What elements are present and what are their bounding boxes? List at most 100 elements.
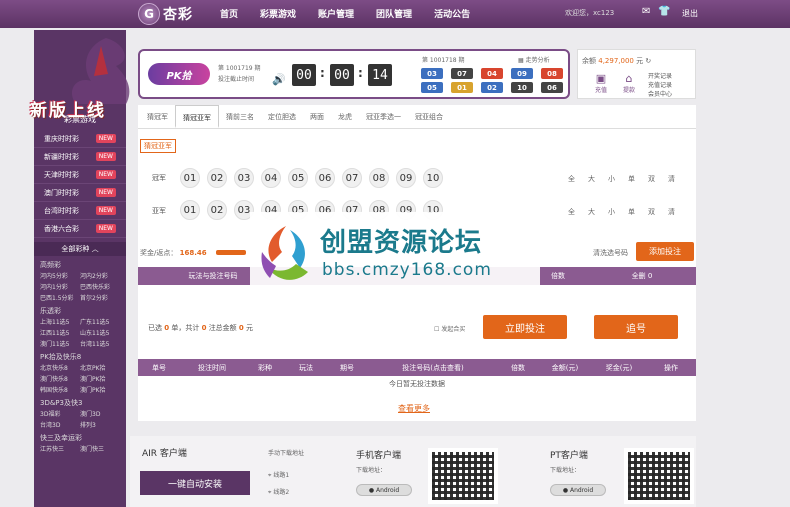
quick-big[interactable]: 大 [588,207,595,217]
draw-record-link[interactable]: 开奖记录 [648,72,672,81]
number-ball[interactable]: 01 [180,168,200,188]
nav-lottery[interactable]: 彩票游戏 [260,7,296,20]
quick-even[interactable]: 双 [648,207,655,217]
sidebar-item-hk[interactable]: 香港六合彩 NEW [34,220,126,238]
quick-odd[interactable]: 单 [628,207,635,217]
number-ball[interactable]: 01 [180,200,200,220]
number-ball[interactable]: 05 [288,168,308,188]
lottery-link[interactable]: 江苏快三 [40,444,80,453]
tab-position[interactable]: 定位胆选 [261,105,303,128]
tab-pick-one[interactable]: 冠亚季选一 [359,105,408,128]
lottery-link[interactable]: 澳门快乐8 [40,374,80,383]
summary-amount-label: 注总金额 [208,324,237,332]
lottery-link[interactable]: 澳门快三 [80,444,120,453]
number-ball[interactable]: 09 [396,168,416,188]
number-ball[interactable]: 03 [234,168,254,188]
lottery-link[interactable]: 河内5分彩 [40,271,80,280]
lottery-link[interactable]: 澳门PK拾 [80,374,120,383]
number-ball[interactable]: 07 [342,168,362,188]
quick-clear[interactable]: 清 [668,174,675,184]
col-bet-time: 投注时间 [198,363,226,372]
lottery-link[interactable]: 山东11选5 [80,328,120,337]
tab-dragon-tiger[interactable]: 龙虎 [331,105,359,128]
delete-all-button[interactable]: 全删 0 [588,267,696,285]
lottery-link[interactable]: 河内2分彩 [80,271,120,280]
tab-two-sides[interactable]: 两面 [303,105,331,128]
sidebar-item-tj[interactable]: 天津时时彩 NEW [34,166,126,184]
quick-odd[interactable]: 单 [628,174,635,184]
number-ball[interactable]: 06 [315,168,335,188]
new-badge: NEW [95,188,116,197]
lottery-link[interactable]: 河内1分彩 [40,282,80,291]
quick-big[interactable]: 大 [588,174,595,184]
chase-number-button[interactable]: 追号 [594,315,678,339]
record-table-header: 单号 投注时间 彩种 玩法 期号 投注号码(点击查看) 倍数 金额(元) 奖金(… [138,359,696,376]
sidebar-item-mo[interactable]: 澳门时时彩 NEW [34,184,126,202]
lottery-link[interactable]: 澳门11选5 [40,339,80,348]
nav-home[interactable]: 首页 [220,7,238,20]
message-icon[interactable]: ✉ [642,6,650,17]
withdraw-button[interactable]: ⌂ 提款 [618,72,640,96]
quick-all[interactable]: 全 [568,207,575,217]
col-issue: 期号 [340,363,354,372]
quick-even[interactable]: 双 [648,174,655,184]
lottery-link[interactable]: 北京PK拾 [80,363,120,372]
mobile-android-button[interactable]: ● Android [356,484,412,496]
lottery-link[interactable]: 广东11选5 [80,317,120,326]
number-ball[interactable]: 02 [207,168,227,188]
lottery-link[interactable]: 韩国快乐8 [40,385,80,394]
quick-all[interactable]: 全 [568,174,575,184]
lottery-link[interactable]: 江西11选5 [40,328,80,337]
lottery-link[interactable]: 澳门3D [80,409,120,418]
quick-small[interactable]: 小 [608,174,615,184]
tab-combination[interactable]: 冠亚组合 [408,105,450,128]
number-ball[interactable]: 10 [423,168,443,188]
lottery-link[interactable]: 台湾11选5 [80,339,120,348]
member-center-link[interactable]: 会员中心 [648,90,672,99]
nav-account[interactable]: 账户管理 [318,7,354,20]
lottery-link[interactable]: 排列3 [80,420,120,429]
clear-selection-link[interactable]: 清洗选号码 [593,248,628,258]
nav-team[interactable]: 团队管理 [376,7,412,20]
site-logo[interactable]: G 杏彩 [138,3,193,25]
line1-link[interactable]: ⌖ 线路1 [268,470,289,480]
recharge-button[interactable]: ▣ 充值 [590,72,612,96]
lottery-link[interactable]: 首尔2分彩 [80,293,120,302]
speaker-icon[interactable]: 🔊 [272,73,286,86]
quick-small[interactable]: 小 [608,207,615,217]
line2-link[interactable]: ⌖ 线路2 [268,487,289,497]
tab-champion-runnerup[interactable]: 猜冠亚军 [175,105,219,128]
nav-announcements[interactable]: 活动公告 [434,7,470,20]
number-ball[interactable]: 02 [207,200,227,220]
number-ball[interactable]: 08 [369,168,389,188]
shirt-icon[interactable]: 👕 [658,6,670,17]
sub-tab-active[interactable]: 猜冠亚军 [140,139,176,153]
number-ball[interactable]: 04 [261,168,281,188]
auto-install-button[interactable]: 一键自动安装 [140,471,250,495]
lottery-link[interactable]: 台湾3D [40,420,80,429]
place-bet-button[interactable]: 立即投注 [483,315,567,339]
lottery-link[interactable]: 巴西快乐彩 [80,282,120,291]
logout-link[interactable]: 退出 [682,8,698,19]
add-bet-button[interactable]: 添加投注 [636,242,694,261]
view-more-link[interactable]: 查看更多 [398,403,430,414]
recharge-record-link[interactable]: 充值记录 [648,81,672,90]
pt-android-button[interactable]: ● Android [550,484,606,496]
expand-all-button[interactable]: 全部彩种 ︿ [34,242,126,256]
tab-champion[interactable]: 猜冠军 [140,105,175,128]
lottery-link[interactable]: 巴西1.5分彩 [40,293,80,302]
lottery-link[interactable]: 北京快乐8 [40,363,80,372]
sidebar-item-cq[interactable]: 重庆时时彩 NEW [34,130,126,148]
sidebar-item-tw[interactable]: 台湾时时彩 NEW [34,202,126,220]
group-buy-checkbox[interactable]: ☐ 发起合买 [434,324,465,333]
lottery-link[interactable]: 上海11选5 [40,317,80,326]
rebate-slider[interactable] [216,250,246,255]
sidebar-item-xj[interactable]: 新疆时时彩 NEW [34,148,126,166]
quick-clear[interactable]: 清 [668,207,675,217]
lottery-link[interactable]: 澳门PK拾 [80,385,120,394]
new-badge: NEW [95,224,116,233]
trend-analysis-link[interactable]: ▦ 走势分析 [518,55,550,64]
refresh-icon[interactable]: ↻ [645,57,651,65]
lottery-link[interactable]: 3D福彩 [40,409,80,418]
tab-top-three[interactable]: 猜前三名 [219,105,261,128]
